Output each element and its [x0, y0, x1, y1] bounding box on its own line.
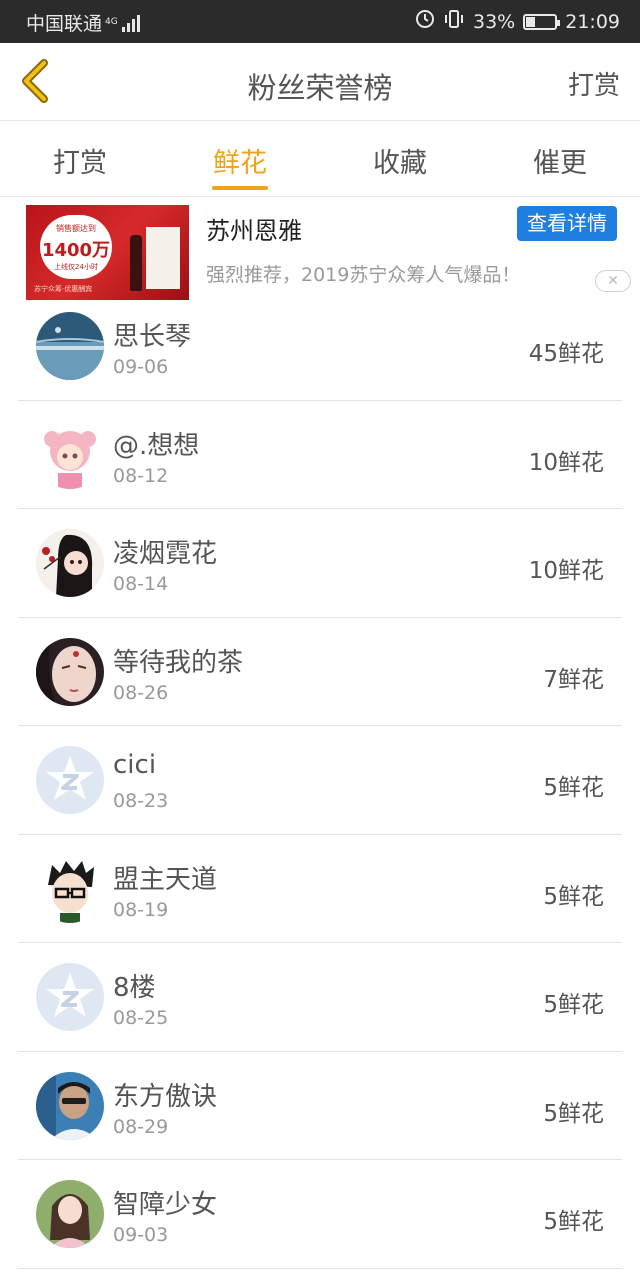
avatar[interactable] — [36, 1180, 104, 1248]
status-left: 中国联通 4G — [26, 9, 140, 36]
fan-name: 等待我的茶 — [113, 647, 244, 678]
avatar[interactable] — [36, 312, 104, 380]
fan-name: 盟主天道 — [113, 864, 218, 895]
ad-image-text-3: 上线仅24小时 — [54, 263, 98, 271]
close-icon[interactable]: ✕ — [595, 270, 631, 292]
avatar[interactable] — [36, 1071, 104, 1140]
ad-description: 强烈推荐，2019苏宁众筹人气爆品！ — [206, 264, 521, 286]
flower-count: 5鲜花 — [543, 1100, 604, 1127]
clock: 21:09 — [565, 10, 620, 33]
ad-image-text-1: 销售额达到 — [56, 224, 96, 233]
fan-date: 08-29 — [113, 1115, 169, 1138]
wine-box-image — [146, 227, 180, 289]
network-type: 4G — [105, 17, 118, 27]
fan-name: @.想想 — [113, 430, 200, 461]
list-item[interactable]: cici 08-23 5鲜花 — [0, 726, 640, 835]
tab-reward[interactable]: 打赏 — [0, 121, 160, 196]
ad-details-button[interactable]: 查看详情 — [517, 206, 617, 241]
tab-flowers[interactable]: 鲜花 — [160, 121, 320, 196]
ad-image-text-2: 1400万 — [41, 240, 111, 261]
flower-count: 5鲜花 — [543, 883, 604, 910]
battery-percent: 33% — [473, 10, 516, 33]
avatar[interactable] — [36, 854, 104, 923]
fan-date: 09-03 — [113, 1224, 169, 1246]
fan-name: 凌烟霓花 — [113, 539, 218, 569]
status-right: 33% 21:09 — [415, 9, 620, 34]
list-item[interactable]: 智障少女 09-03 5鲜花 — [0, 1160, 640, 1269]
avatar[interactable] — [36, 420, 104, 489]
list-item[interactable]: 8楼 08-25 5鲜花 — [0, 943, 640, 1052]
fan-name: 8楼 — [113, 973, 156, 1003]
ad-title[interactable]: 苏州恩雅 — [206, 211, 302, 246]
list-item[interactable]: 等待我的茶 08-26 7鲜花 — [0, 618, 640, 727]
fan-list: 思长琴 09-06 45鲜花 @.想想 08-12 10鲜花 凌烟霓花 08-1… — [0, 292, 640, 1269]
fan-date: 08-23 — [113, 790, 169, 812]
fan-name: 思长琴 — [113, 322, 192, 352]
tab-urge-update[interactable]: 催更 — [480, 121, 640, 196]
fan-date: 08-26 — [113, 681, 169, 704]
flower-count: 5鲜花 — [543, 1209, 604, 1235]
battery-icon — [523, 13, 561, 30]
page-title: 粉丝荣誉榜 — [247, 71, 393, 105]
ad-banner[interactable]: 销售额达到 1400万 上线仅24小时 苏宁众筹·优惠酬宾 苏州恩雅 查看详情 … — [0, 197, 640, 303]
vibrate-icon — [443, 9, 465, 34]
avatar[interactable] — [36, 637, 104, 706]
wine-bottle-image — [130, 235, 142, 291]
fan-date: 08-14 — [113, 573, 169, 595]
fan-name: 智障少女 — [113, 1190, 218, 1220]
flower-count: 5鲜花 — [543, 992, 604, 1018]
avatar[interactable] — [36, 746, 104, 814]
fan-name: cici — [113, 750, 157, 780]
flower-count: 45鲜花 — [528, 341, 604, 367]
fan-date: 08-19 — [113, 898, 169, 921]
alarm-icon — [415, 9, 435, 34]
list-item[interactable]: 东方傲诀 08-29 5鲜花 — [0, 1052, 640, 1161]
list-item[interactable]: 思长琴 09-06 45鲜花 — [0, 292, 640, 401]
signal-icon — [121, 14, 140, 32]
list-item[interactable]: @.想想 08-12 10鲜花 — [0, 401, 640, 510]
tab-favorites[interactable]: 收藏 — [320, 121, 480, 196]
fan-name: 东方傲诀 — [113, 1081, 218, 1112]
header: 粉丝荣誉榜 打赏 — [0, 43, 640, 121]
list-item[interactable]: 盟主天道 08-19 5鲜花 — [0, 835, 640, 944]
fan-date: 09-06 — [113, 356, 169, 378]
avatar[interactable] — [36, 529, 104, 597]
status-bar: 中国联通 4G 33% 21:09 — [0, 0, 640, 43]
tab-bar: 打赏 鲜花 收藏 催更 — [0, 121, 640, 197]
fan-date: 08-12 — [113, 464, 169, 487]
ad-badge: 销售额达到 1400万 上线仅24小时 — [40, 215, 112, 279]
reward-button[interactable]: 打赏 — [568, 65, 620, 102]
flower-count: 5鲜花 — [543, 775, 604, 801]
flower-count: 7鲜花 — [543, 666, 604, 693]
avatar[interactable] — [36, 963, 104, 1031]
flower-count: 10鲜花 — [528, 449, 604, 476]
flower-count: 10鲜花 — [528, 558, 604, 584]
carrier-name: 中国联通 — [26, 13, 103, 35]
ad-image[interactable]: 销售额达到 1400万 上线仅24小时 苏宁众筹·优惠酬宾 — [26, 205, 189, 300]
fan-date: 08-25 — [113, 1007, 169, 1029]
list-item[interactable]: 凌烟霓花 08-14 10鲜花 — [0, 509, 640, 618]
